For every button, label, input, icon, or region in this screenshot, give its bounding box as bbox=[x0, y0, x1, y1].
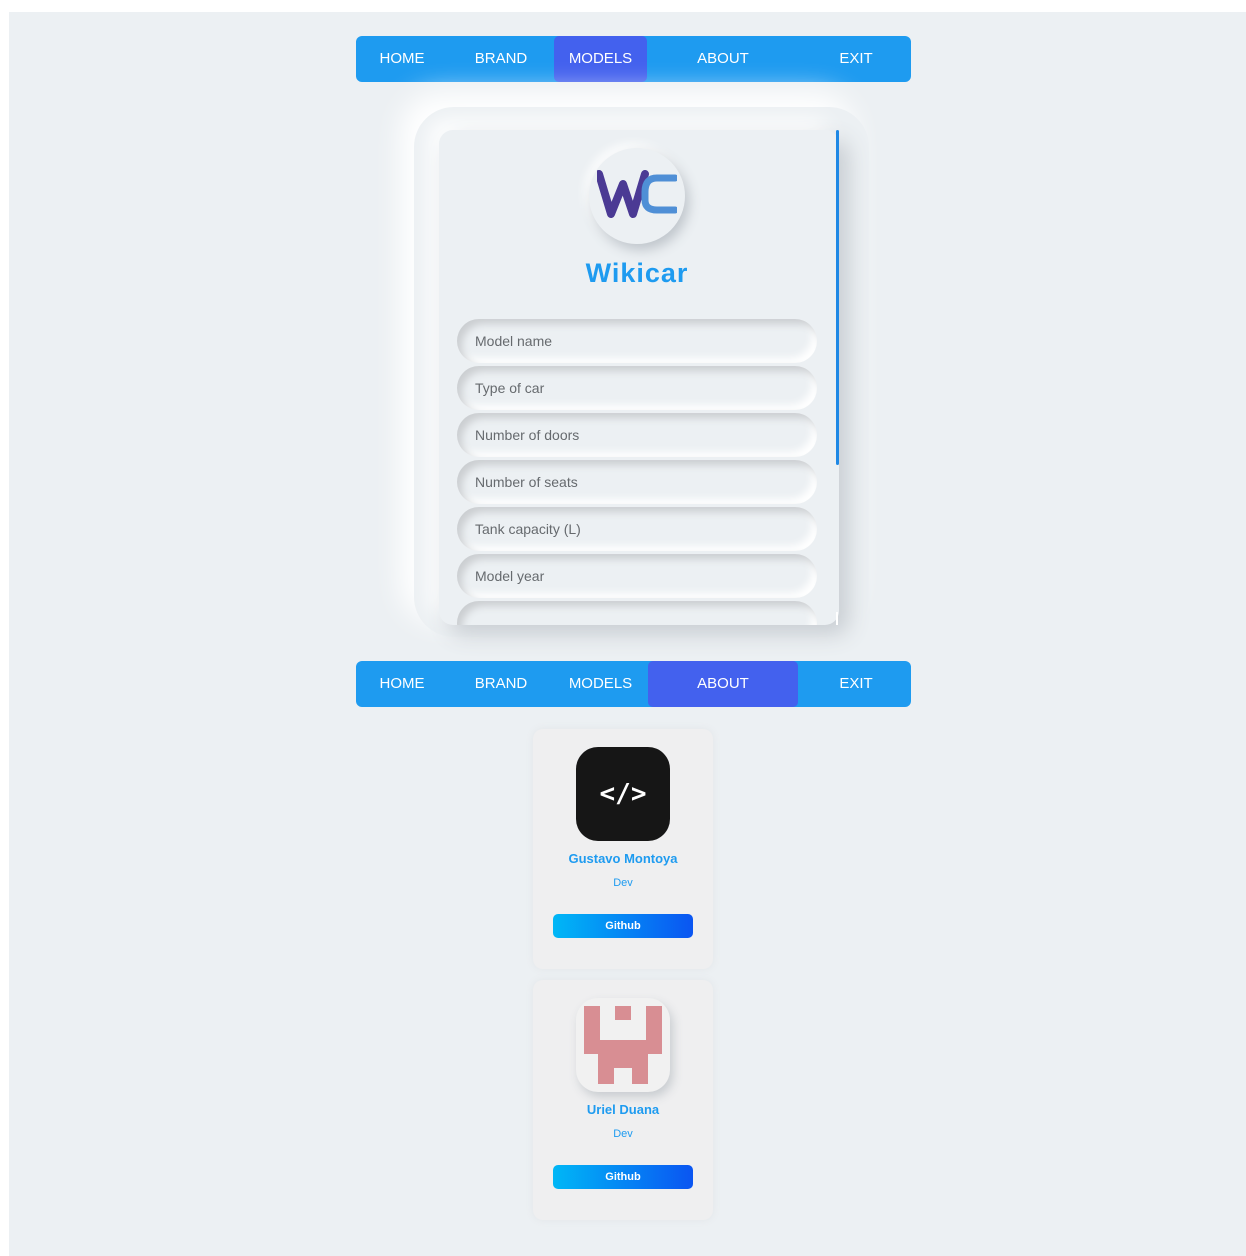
nav-home[interactable]: HOME bbox=[356, 661, 448, 707]
github-button[interactable]: Github bbox=[553, 914, 693, 938]
logo: WC bbox=[589, 148, 685, 244]
number-of-doors-field bbox=[457, 413, 817, 457]
nav-home[interactable]: HOME bbox=[356, 36, 448, 82]
member-name: Uriel Duana bbox=[586, 1102, 660, 1117]
model-year-input[interactable] bbox=[457, 554, 817, 598]
team-card: Uriel Duana Dev Github bbox=[533, 980, 713, 1220]
avatar bbox=[576, 998, 670, 1092]
model-name-input[interactable] bbox=[457, 319, 817, 363]
type-of-car-input[interactable] bbox=[457, 366, 817, 410]
pixel-identicon bbox=[584, 1006, 662, 1084]
form-scrollbar[interactable] bbox=[836, 130, 839, 465]
model-name-field bbox=[457, 319, 817, 363]
model-year-field bbox=[457, 554, 817, 598]
nav-models[interactable]: MODELS bbox=[554, 36, 647, 82]
avatar: </> bbox=[576, 747, 670, 841]
member-role: Dev bbox=[613, 1128, 633, 1140]
next-field-partial bbox=[457, 601, 817, 625]
nav-exit[interactable]: EXIT bbox=[801, 661, 911, 707]
type-of-car-field bbox=[457, 366, 817, 410]
number-of-seats-field bbox=[457, 460, 817, 504]
wikicar-logo-icon: WC bbox=[597, 170, 677, 218]
nav-about[interactable]: ABOUT bbox=[648, 36, 798, 82]
member-name: Gustavo Montoya bbox=[568, 851, 678, 866]
page-background: HOME BRAND MODELS ABOUT EXIT WC Wikicar bbox=[9, 12, 1246, 1256]
code-icon: </> bbox=[599, 779, 647, 809]
top-navbar: HOME BRAND MODELS ABOUT EXIT bbox=[356, 36, 911, 82]
nav-brand[interactable]: BRAND bbox=[453, 36, 549, 82]
next-input-partial[interactable] bbox=[457, 601, 817, 625]
team-card: </> Gustavo Montoya Dev Github bbox=[533, 729, 713, 969]
nav-about[interactable]: ABOUT bbox=[648, 661, 798, 707]
number-of-seats-input[interactable] bbox=[457, 460, 817, 504]
github-button[interactable]: Github bbox=[553, 1165, 693, 1189]
number-of-doors-input[interactable] bbox=[457, 413, 817, 457]
bottom-navbar: HOME BRAND MODELS ABOUT EXIT bbox=[356, 661, 911, 707]
nav-brand[interactable]: BRAND bbox=[453, 661, 549, 707]
brand-title: Wikicar bbox=[585, 258, 689, 288]
model-form-card: WC Wikicar bbox=[439, 130, 839, 625]
tank-capacity-input[interactable] bbox=[457, 507, 817, 551]
nav-exit[interactable]: EXIT bbox=[801, 36, 911, 82]
nav-models[interactable]: MODELS bbox=[554, 661, 647, 707]
form-scrollbar-end bbox=[836, 612, 838, 625]
tank-capacity-field bbox=[457, 507, 817, 551]
member-role: Dev bbox=[613, 877, 633, 889]
